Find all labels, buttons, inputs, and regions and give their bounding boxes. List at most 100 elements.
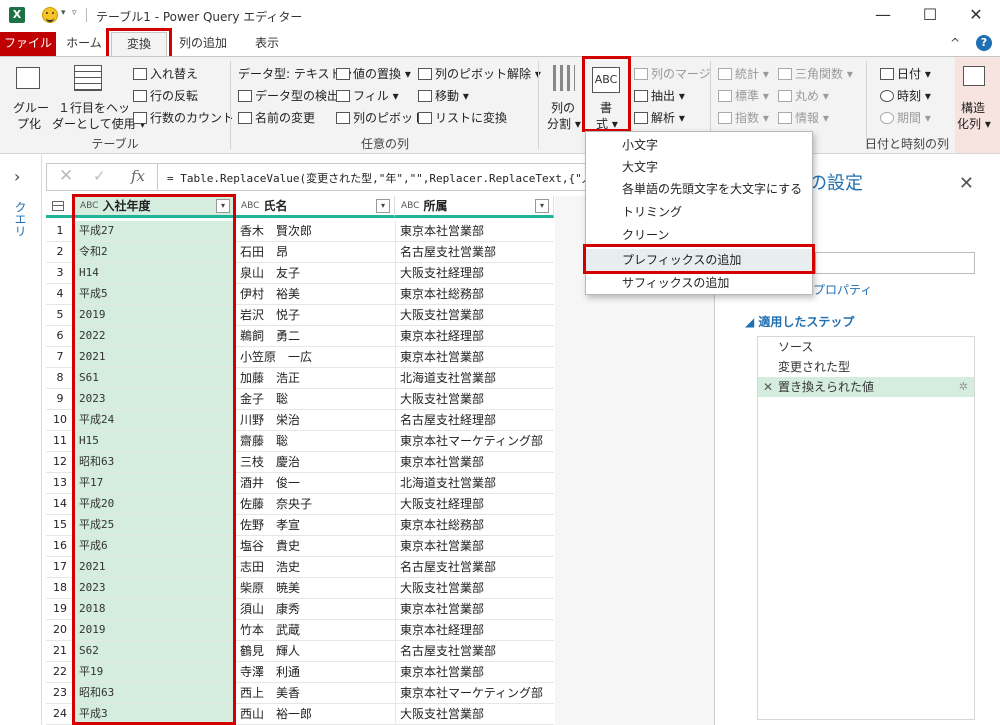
collapse-triangle-icon[interactable]: ◢: [745, 315, 758, 329]
time-button[interactable]: 時刻 ▾: [880, 87, 931, 104]
count-rows-button[interactable]: 行数のカウント: [133, 109, 234, 126]
format-menu-item[interactable]: サフィックスの追加: [586, 272, 812, 294]
cell-department[interactable]: 大阪支社営業部: [395, 578, 554, 598]
table-row[interactable]: 12 昭和63 三枝 慶治 東京本社営業部: [46, 452, 554, 473]
table-row[interactable]: 18 2023 柴原 暁美 大阪支社営業部: [46, 578, 554, 599]
table-row[interactable]: 11 H15 齋藤 聡東京本社マーケティング部: [46, 431, 554, 452]
cell-year[interactable]: 平成5: [74, 284, 234, 304]
cell-year[interactable]: S62: [74, 641, 234, 661]
column-header-所属[interactable]: ABC 所属 ▾: [395, 196, 554, 218]
table-row[interactable]: 23 昭和63 西上 美香 東京本社マーケティング部: [46, 683, 554, 704]
unpivot-button[interactable]: 列のピボット解除 ▾: [418, 65, 541, 82]
cell-department[interactable]: 大阪支社経理部: [395, 263, 554, 283]
maximize-button[interactable]: ☐: [915, 4, 945, 26]
group-by-label-2[interactable]: プ化: [17, 115, 41, 132]
cell-year[interactable]: 平成3: [74, 704, 234, 724]
table-row[interactable]: 14 平成20 佐藤 奈央子 大阪支社経理部: [46, 494, 554, 515]
cell-department[interactable]: 大阪支社経理部: [395, 494, 554, 514]
step-replaced-value[interactable]: ✕ 置き換えられた値 ✲: [758, 377, 974, 397]
use-first-row-label-1[interactable]: １行目をヘッ: [58, 99, 130, 116]
filter-dropdown-icon[interactable]: ▾: [376, 199, 390, 213]
format-menu-item[interactable]: クリーン: [586, 224, 812, 246]
format-menu-item[interactable]: トリミング: [586, 201, 812, 223]
format-menu-item[interactable]: プレフィックスの追加: [586, 249, 812, 271]
tab-add-column[interactable]: 列の追加: [172, 32, 234, 56]
cell-name[interactable]: 香木 賢次郎: [235, 221, 394, 241]
cell-department[interactable]: 東京本社マーケティング部: [395, 683, 554, 703]
cell-name[interactable]: 佐野 孝宣: [235, 515, 394, 535]
split-column-label-2[interactable]: 分割 ▾: [547, 115, 581, 132]
cell-year[interactable]: 平成25: [74, 515, 234, 535]
table-menu-icon[interactable]: [46, 196, 74, 218]
use-first-row-label-2[interactable]: ダーとして使用 ▾: [52, 115, 145, 132]
cell-name[interactable]: 石田 昂: [235, 242, 394, 262]
cell-department[interactable]: 名古屋支社営業部: [395, 557, 554, 577]
cell-name[interactable]: 柴原 暁美: [235, 578, 394, 598]
table-row[interactable]: 2 令和2 石田 昂名古屋支社営業部: [46, 242, 554, 263]
query-name-field[interactable]: [815, 252, 975, 274]
cell-department[interactable]: 大阪支社営業部: [395, 389, 554, 409]
cell-name[interactable]: 西上 美香: [235, 683, 394, 703]
cell-year[interactable]: 2023: [74, 578, 234, 598]
cell-year[interactable]: 2019: [74, 620, 234, 640]
parse-button[interactable]: 解析 ▾: [634, 109, 685, 126]
cell-name[interactable]: 金子 聡: [235, 389, 394, 409]
format-label-2[interactable]: 式 ▾: [596, 115, 618, 132]
cell-year[interactable]: 平17: [74, 473, 234, 493]
tab-view[interactable]: 表示: [244, 32, 290, 56]
cell-year[interactable]: 2019: [74, 305, 234, 325]
cell-department[interactable]: 東京本社営業部: [395, 599, 554, 619]
table-row[interactable]: 20 2019 竹本 武蔵 東京本社経理部: [46, 620, 554, 641]
cell-department[interactable]: 東京本社マーケティング部: [395, 431, 554, 451]
cell-name[interactable]: 寺澤 利通: [235, 662, 394, 682]
queries-label[interactable]: クエリ: [12, 201, 29, 237]
table-row[interactable]: 4 平成5 伊村 裕美 東京本社総務部: [46, 284, 554, 305]
quick-access-customize-icon[interactable]: ▿: [72, 8, 77, 18]
format-label-1[interactable]: 書: [600, 99, 612, 116]
data-type-dropdown[interactable]: データ型: テキスト ▾: [238, 65, 351, 82]
cell-year[interactable]: H14: [74, 263, 234, 283]
cell-year[interactable]: 平成24: [74, 410, 234, 430]
table-row[interactable]: 7 2021 小笠原 一広 東京本社営業部: [46, 347, 554, 368]
cell-name[interactable]: 酒井 俊一: [235, 473, 394, 493]
statistics-button[interactable]: 統計 ▾: [718, 65, 769, 82]
cell-name[interactable]: 志田 浩史: [235, 557, 394, 577]
minimize-button[interactable]: —: [868, 4, 898, 26]
format-menu-item[interactable]: 小文字: [586, 134, 812, 156]
cell-department[interactable]: 東京本社営業部: [395, 662, 554, 682]
table-row[interactable]: 19 2018 須山 康秀 東京本社営業部: [46, 599, 554, 620]
cell-name[interactable]: 小笠原 一広: [235, 347, 394, 367]
cell-year[interactable]: S61: [74, 368, 234, 388]
expand-queries-icon[interactable]: ›: [14, 167, 20, 186]
scientific-button[interactable]: 指数 ▾: [718, 109, 769, 126]
format-menu-item[interactable]: 各単語の先頭文字を大文字にする: [586, 178, 812, 200]
cell-year[interactable]: 昭和63: [74, 452, 234, 472]
group-by-label-1[interactable]: グルー: [13, 99, 49, 116]
cell-department[interactable]: 東京本社営業部: [395, 452, 554, 472]
cell-year[interactable]: 2023: [74, 389, 234, 409]
replace-values-button[interactable]: 値の置換 ▾: [336, 65, 411, 82]
column-header-氏名[interactable]: ABC 氏名 ▾: [235, 196, 395, 218]
commit-formula-icon[interactable]: ✓: [93, 167, 106, 185]
cell-name[interactable]: 三枝 慶治: [235, 452, 394, 472]
cancel-formula-icon[interactable]: ✕: [59, 166, 73, 186]
cell-name[interactable]: 竹本 武蔵: [235, 620, 394, 640]
cell-department[interactable]: 東京本社経理部: [395, 326, 554, 346]
step-settings-icon[interactable]: ✲: [959, 377, 968, 397]
table-row[interactable]: 8 S61 加藤 浩正 北海道支社営業部: [46, 368, 554, 389]
cell-name[interactable]: 加藤 浩正: [235, 368, 394, 388]
text-type-icon[interactable]: ABC: [241, 201, 259, 211]
cell-year[interactable]: 2022: [74, 326, 234, 346]
cell-department[interactable]: 大阪支社営業部: [395, 305, 554, 325]
text-type-icon[interactable]: ABC: [80, 201, 98, 211]
standard-button[interactable]: 標準 ▾: [718, 87, 769, 104]
table-row[interactable]: 21 S62 鶴見 輝人 名古屋支社営業部: [46, 641, 554, 662]
delete-step-icon[interactable]: ✕: [763, 377, 773, 397]
structured-column-button[interactable]: 構造 化列 ▾: [955, 57, 1000, 153]
move-button[interactable]: 移動 ▾: [418, 87, 469, 104]
cell-department[interactable]: 北海道支社営業部: [395, 368, 554, 388]
cell-year[interactable]: 平19: [74, 662, 234, 682]
table-row[interactable]: 6 2022 鵜飼 勇二 東京本社経理部: [46, 326, 554, 347]
cell-department[interactable]: 大阪支社営業部: [395, 704, 554, 724]
cell-name[interactable]: 佐藤 奈央子: [235, 494, 394, 514]
